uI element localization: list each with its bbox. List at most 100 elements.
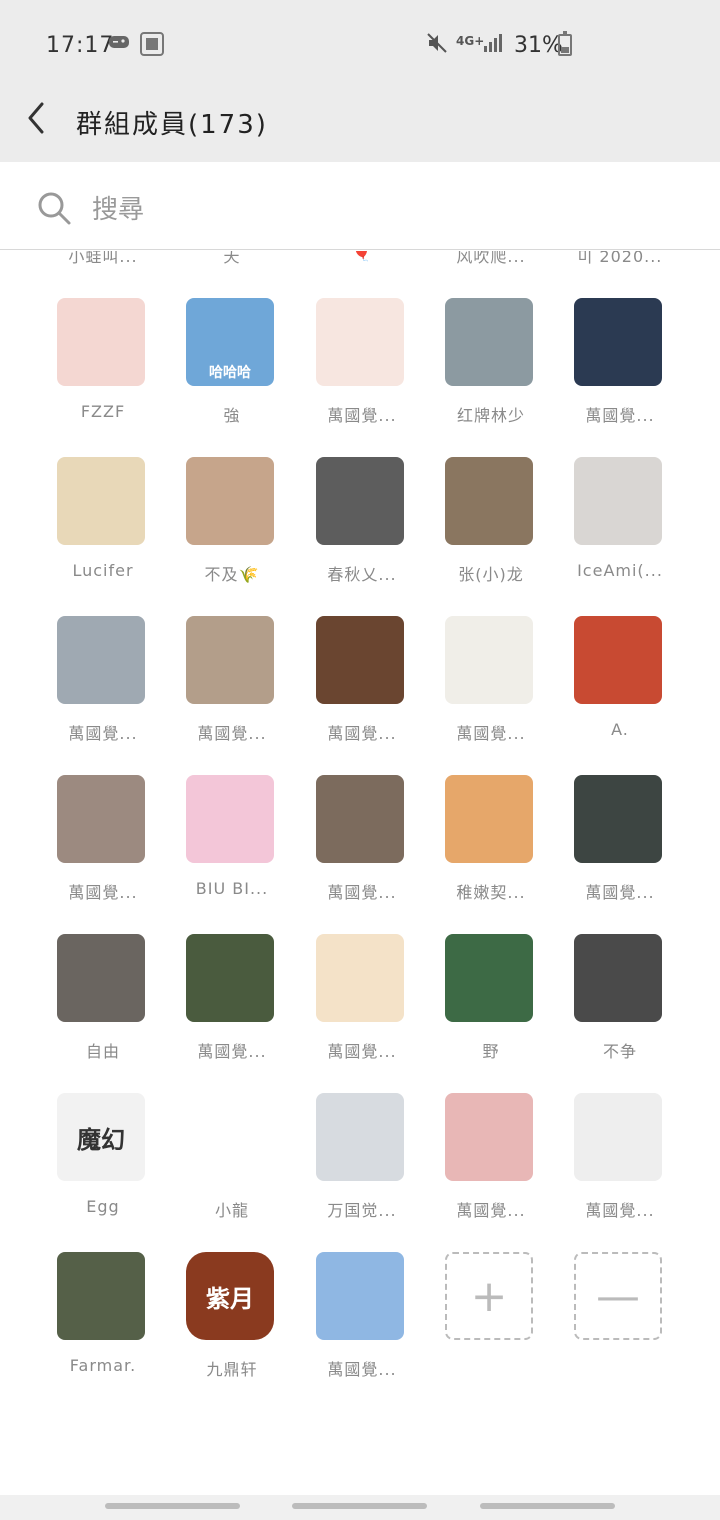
member-item[interactable]: 张(小)龙	[439, 457, 543, 597]
search-bar	[0, 162, 720, 250]
member-item[interactable]: 萬國覺...	[568, 298, 672, 438]
member-item[interactable]: 미 2020...	[568, 251, 672, 279]
member-avatar	[574, 934, 662, 1022]
search-input[interactable]	[92, 192, 652, 228]
member-avatar	[445, 934, 533, 1022]
member-item[interactable]: 萬國覺...	[51, 616, 155, 756]
member-item[interactable]: 🎈	[310, 251, 414, 279]
member-name: Lucifer	[72, 561, 134, 580]
plus-icon: +	[445, 1252, 533, 1340]
member-item[interactable]: 红牌林少	[439, 298, 543, 438]
signal-icon	[484, 32, 506, 57]
member-name: 強	[223, 406, 241, 425]
member-item[interactable]: 萬國覺...	[51, 775, 155, 915]
member-item[interactable]: 风吹爬...	[439, 251, 543, 279]
member-item[interactable]: 萬國覺...	[568, 1093, 672, 1233]
member-name: 萬國覺...	[197, 724, 267, 743]
member-name: FZZF	[80, 402, 126, 421]
member-item[interactable]: 春秋乂...	[310, 457, 414, 597]
member-name: 萬國覺...	[327, 406, 397, 425]
member-item[interactable]: 萬國覺...	[439, 1093, 543, 1233]
member-item[interactable]: 万国觉...	[310, 1093, 414, 1233]
notification-app-icon	[140, 32, 164, 61]
member-item[interactable]: 萬國覺...	[180, 934, 284, 1074]
member-grid-viewport[interactable]: 小蛙叫... 夭 🎈 风吹爬... 미 2020... FZZF 哈哈哈強萬國覺... 红牌林…	[0, 251, 720, 1495]
member-item[interactable]: 稚嫩契...	[439, 775, 543, 915]
member-item[interactable]: 不及🌾	[180, 457, 284, 597]
game-controller-icon	[108, 32, 130, 56]
member-avatar	[445, 775, 533, 863]
member-item[interactable]: Farmar.	[51, 1252, 155, 1392]
member-name: 萬國覺...	[456, 1201, 526, 1220]
member-item[interactable]: 萬國覺...	[180, 616, 284, 756]
member-avatar: 魔幻	[57, 1093, 145, 1181]
member-item[interactable]: 哈哈哈強	[180, 298, 284, 438]
member-avatar	[186, 1093, 274, 1181]
member-avatar: 紫月	[186, 1252, 274, 1340]
member-item[interactable]: 萬國覺...	[310, 775, 414, 915]
member-name: 小龍	[214, 1201, 249, 1220]
status-bar: 17:17 4G+ 31%	[0, 0, 720, 90]
member-item[interactable]: 紫月 九鼎轩	[180, 1252, 284, 1392]
member-avatar	[445, 1093, 533, 1181]
member-name: 🎈	[351, 251, 373, 262]
remove-member-button[interactable]: —	[568, 1252, 672, 1392]
member-item[interactable]: A.	[568, 616, 672, 756]
member-name: 萬國覺...	[68, 724, 138, 743]
member-avatar	[57, 616, 145, 704]
member-name: 小蛙叫...	[68, 251, 138, 266]
member-avatar	[57, 775, 145, 863]
member-name: 不及🌾	[204, 565, 260, 584]
member-avatar	[574, 775, 662, 863]
battery-icon	[558, 31, 572, 56]
nav-pill-right[interactable]	[480, 1503, 615, 1509]
member-item[interactable]: 小龍	[180, 1093, 284, 1233]
member-item[interactable]: 萬國覺...	[310, 1252, 414, 1392]
member-name: 萬國覺...	[585, 883, 655, 902]
member-item[interactable]: 萬國覺...	[439, 616, 543, 756]
member-item[interactable]: BIU BI...	[180, 775, 284, 915]
member-name: 夭	[223, 251, 241, 266]
nav-pill-left[interactable]	[105, 1503, 240, 1509]
back-button[interactable]	[22, 98, 62, 138]
member-item[interactable]: IceAmi(...	[568, 457, 672, 597]
nav-pill-center[interactable]	[292, 1503, 427, 1509]
member-item[interactable]: 萬國覺...	[310, 298, 414, 438]
member-item[interactable]: 夭	[180, 251, 284, 279]
search-icon	[36, 190, 72, 226]
member-name: 稚嫩契...	[456, 883, 526, 902]
member-avatar	[186, 457, 274, 545]
member-item[interactable]: FZZF	[51, 298, 155, 438]
member-item[interactable]: 萬國覺...	[310, 616, 414, 756]
app-header: 群組成員(173)	[0, 90, 720, 162]
avatar-overlay-text: 哈哈哈	[209, 365, 251, 381]
member-item[interactable]: 小蛙叫...	[51, 251, 155, 279]
member-name: A.	[611, 720, 629, 739]
member-avatar	[57, 457, 145, 545]
member-avatar	[574, 298, 662, 386]
member-avatar	[316, 775, 404, 863]
member-item[interactable]: Lucifer	[51, 457, 155, 597]
member-name: 风吹爬...	[456, 251, 526, 266]
member-avatar	[186, 616, 274, 704]
member-name: 春秋乂...	[327, 565, 397, 584]
member-avatar	[316, 298, 404, 386]
member-item[interactable]: 自由	[51, 934, 155, 1074]
member-item[interactable]: 萬國覺...	[568, 775, 672, 915]
member-avatar	[57, 298, 145, 386]
add-member-button[interactable]: +	[439, 1252, 543, 1392]
member-name: 野	[482, 1042, 500, 1061]
member-item[interactable]: 野	[439, 934, 543, 1074]
member-item[interactable]: 不争	[568, 934, 672, 1074]
member-name: 萬國覺...	[68, 883, 138, 902]
member-avatar	[445, 457, 533, 545]
member-name: 萬國覺...	[197, 1042, 267, 1061]
member-avatar	[57, 1252, 145, 1340]
member-avatar	[316, 457, 404, 545]
member-item[interactable]: 魔幻 Egg	[51, 1093, 155, 1233]
member-name: 萬國覺...	[456, 724, 526, 743]
member-name: 萬國覺...	[585, 406, 655, 425]
member-item[interactable]: 萬國覺...	[310, 934, 414, 1074]
member-avatar	[445, 298, 533, 386]
member-name: Egg	[86, 1197, 120, 1216]
